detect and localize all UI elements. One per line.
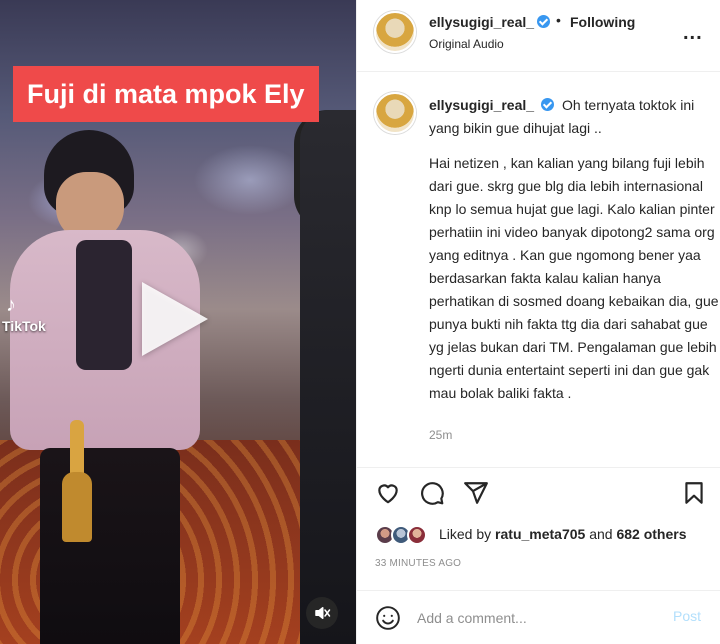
heart-icon[interactable] <box>375 480 401 506</box>
header-separator: • <box>556 12 561 28</box>
verified-badge-icon <box>541 98 555 111</box>
play-icon[interactable] <box>142 282 208 356</box>
post-header: ellysugigi_real_ • Following Original Au… <box>357 0 720 72</box>
post-details-panel: ellysugigi_real_ • Following Original Au… <box>356 0 720 644</box>
caption-body-text: Hai netizen , kan kalian yang bilang fuj… <box>429 155 719 401</box>
share-icon[interactable] <box>463 480 489 506</box>
verified-badge-icon <box>537 15 551 28</box>
bookmark-icon[interactable] <box>681 480 707 506</box>
more-options-button[interactable]: ... <box>683 22 703 45</box>
tiktok-watermark: TikTok <box>2 318 46 334</box>
likes-count-link[interactable]: 682 others <box>616 526 686 542</box>
following-button[interactable]: Following <box>570 14 635 30</box>
speaker-muted-icon <box>315 607 331 619</box>
caption-username-link[interactable]: ellysugigi_real_ <box>429 97 534 113</box>
caption-time: 25m <box>429 428 453 442</box>
caption-section: ellysugigi_real_ Oh ternyata toktok ini … <box>357 72 720 468</box>
action-bar <box>357 468 720 516</box>
tiktok-logo-icon: ♪ <box>6 294 16 316</box>
likes-prefix: Liked by <box>439 526 492 542</box>
comment-input[interactable] <box>417 607 657 629</box>
mute-button[interactable] <box>306 597 338 629</box>
emoji-icon[interactable] <box>375 605 401 631</box>
comment-icon[interactable] <box>419 480 445 506</box>
video-person-woman <box>10 130 200 644</box>
post-timestamp: 33 MINUTES AGO <box>375 558 462 569</box>
likes-row: Liked by ratu_meta705 and 682 others <box>357 516 720 552</box>
liker-avatar-3[interactable] <box>407 525 427 545</box>
trophy <box>62 420 92 550</box>
post-comment-button[interactable]: Post <box>673 608 701 624</box>
caption-body: Hai netizen , kan kalian yang bilang fuj… <box>429 152 719 405</box>
comment-bar: Post <box>357 590 720 644</box>
avatar[interactable] <box>374 11 416 53</box>
likes-summary: Liked by ratu_meta705 and 682 others <box>439 526 687 542</box>
audio-link[interactable]: Original Audio <box>429 37 504 51</box>
video-person-man <box>300 110 356 644</box>
liker-username-link[interactable]: ratu_meta705 <box>495 526 585 542</box>
video-overlay-title: Fuji di mata mpok Ely <box>13 66 319 122</box>
caption-avatar[interactable] <box>374 92 416 134</box>
likes-connector: and <box>589 526 613 542</box>
username-link[interactable]: ellysugigi_real_ <box>429 14 534 30</box>
video-player[interactable]: Fuji di mata mpok Ely ♪ TikTok <box>0 0 356 644</box>
